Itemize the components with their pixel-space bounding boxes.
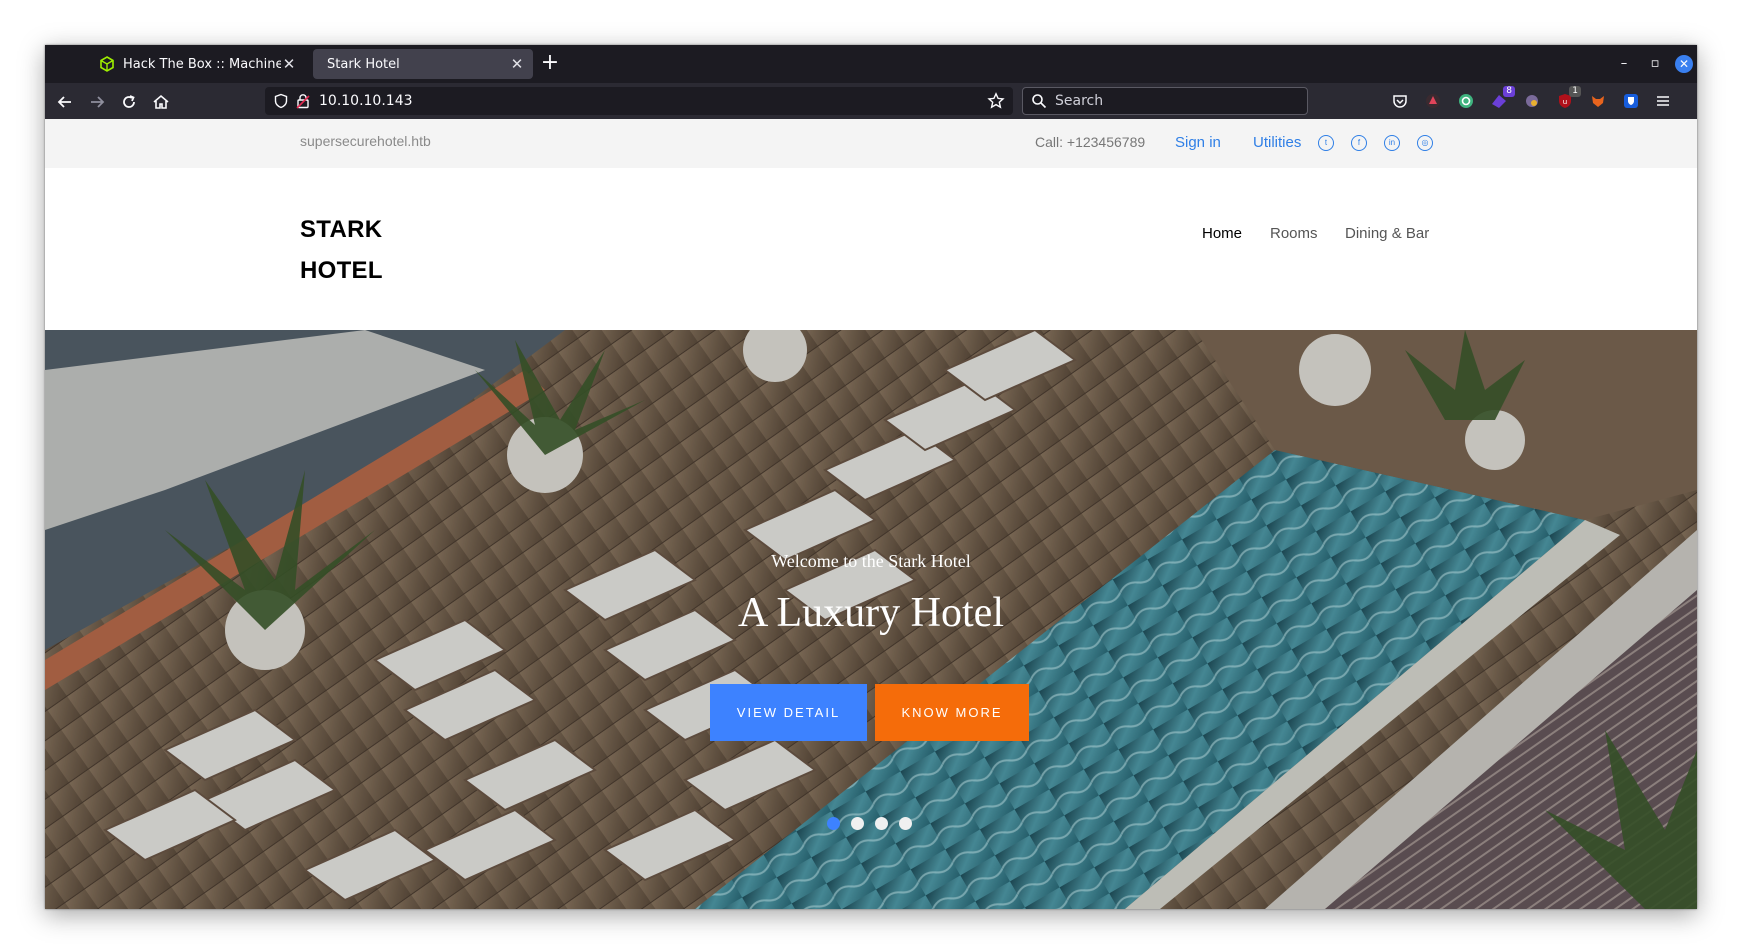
tab-hackthebox[interactable]: Hack The Box :: Machines ✕ <box>85 49 305 79</box>
twitter-icon[interactable]: t <box>1318 135 1334 151</box>
call-number: Call: +123456789 <box>1035 134 1146 150</box>
site-domain: supersecurehotel.htb <box>300 133 431 149</box>
know-more-button[interactable]: KNOW MORE <box>875 684 1029 741</box>
navigation-toolbar: 10.10.10.143 8 <box>45 83 1697 119</box>
search-icon <box>1032 94 1047 109</box>
logo-line-2: HOTEL <box>300 257 383 284</box>
maximize-icon[interactable]: ▫ <box>1646 55 1664 73</box>
search-bar[interactable] <box>1022 87 1308 115</box>
facebook-icon[interactable]: f <box>1351 135 1367 151</box>
tab-strip: Hack The Box :: Machines ✕ Stark Hotel ✕… <box>45 45 1697 83</box>
forward-icon[interactable] <box>85 90 109 114</box>
site-header: STARK HOTEL Home Rooms Dining & Bar <box>45 168 1697 330</box>
site-logo[interactable]: STARK HOTEL <box>300 209 383 291</box>
slider-dot[interactable] <box>827 817 840 830</box>
extension-red-icon[interactable] <box>1423 91 1443 111</box>
ublock-icon[interactable]: u 1 <box>1555 86 1581 111</box>
tab-stark-hotel[interactable]: Stark Hotel ✕ <box>313 49 533 79</box>
window-close-icon[interactable]: ✕ <box>1675 55 1693 73</box>
nav-home[interactable]: Home <box>1202 225 1242 242</box>
insecure-lock-icon[interactable] <box>295 93 311 109</box>
tab-title: Stark Hotel <box>327 56 400 72</box>
extension-green-icon[interactable] <box>1456 91 1476 111</box>
menu-icon[interactable] <box>1653 91 1673 111</box>
svg-text:u: u <box>1563 98 1567 106</box>
view-detail-button[interactable]: VIEW DETAIL <box>710 684 867 741</box>
extension-badge: 8 <box>1503 86 1515 97</box>
shield-icon[interactable] <box>273 93 289 109</box>
logo-line-1: STARK <box>300 216 383 243</box>
slider-dot[interactable] <box>851 817 864 830</box>
bitwarden-icon[interactable] <box>1621 91 1641 111</box>
hero-slider: Welcome to the Stark Hotel A Luxury Hote… <box>45 330 1697 909</box>
minimize-icon[interactable]: – <box>1615 55 1633 73</box>
reload-icon[interactable] <box>117 90 141 114</box>
utilities-link[interactable]: Utilities <box>1253 134 1301 151</box>
pocket-icon[interactable] <box>1390 91 1410 111</box>
web-page: supersecurehotel.htb Call: +123456789 Si… <box>45 119 1697 909</box>
nav-rooms[interactable]: Rooms <box>1270 225 1318 242</box>
bookmark-star-icon[interactable] <box>987 92 1005 110</box>
nav-dining-bar[interactable]: Dining & Bar <box>1345 225 1429 242</box>
top-info-bar: supersecurehotel.htb Call: +123456789 Si… <box>45 119 1697 168</box>
htb-cube-icon <box>100 56 114 72</box>
instagram-icon[interactable]: ◎ <box>1417 135 1433 151</box>
extension-wappalyzer-icon[interactable] <box>1522 91 1542 111</box>
search-input[interactable] <box>1055 93 1295 109</box>
extension-purple-icon[interactable]: 8 <box>1489 86 1515 111</box>
home-icon[interactable] <box>149 90 173 114</box>
slider-dot[interactable] <box>899 817 912 830</box>
tab-close-icon[interactable]: ✕ <box>281 56 297 72</box>
foxyproxy-icon[interactable] <box>1588 91 1608 111</box>
new-tab-icon[interactable]: + <box>539 52 561 75</box>
address-bar[interactable]: 10.10.10.143 <box>265 87 1013 115</box>
tab-title: Hack The Box :: Machines <box>123 56 281 72</box>
hero-welcome: Welcome to the Stark Hotel <box>771 551 971 571</box>
extension-badge: 1 <box>1569 86 1581 97</box>
sign-in-link[interactable]: Sign in <box>1175 134 1221 151</box>
hero-headline: A Luxury Hotel <box>738 590 1004 636</box>
url-text: 10.10.10.143 <box>319 93 413 109</box>
tab-close-icon[interactable]: ✕ <box>509 56 525 72</box>
back-icon[interactable] <box>53 90 77 114</box>
browser-window: Hack The Box :: Machines ✕ Stark Hotel ✕… <box>45 45 1697 909</box>
slider-dot[interactable] <box>875 817 888 830</box>
linkedin-icon[interactable]: in <box>1384 135 1400 151</box>
